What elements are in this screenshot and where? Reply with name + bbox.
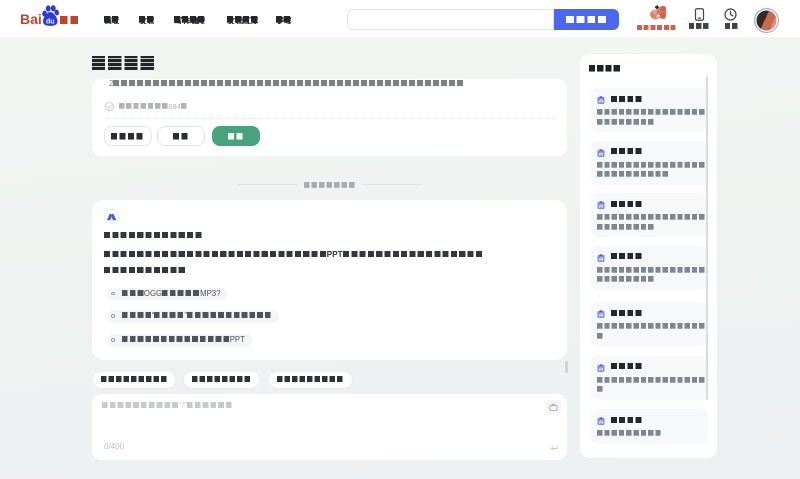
svg-text:du: du	[46, 19, 55, 26]
